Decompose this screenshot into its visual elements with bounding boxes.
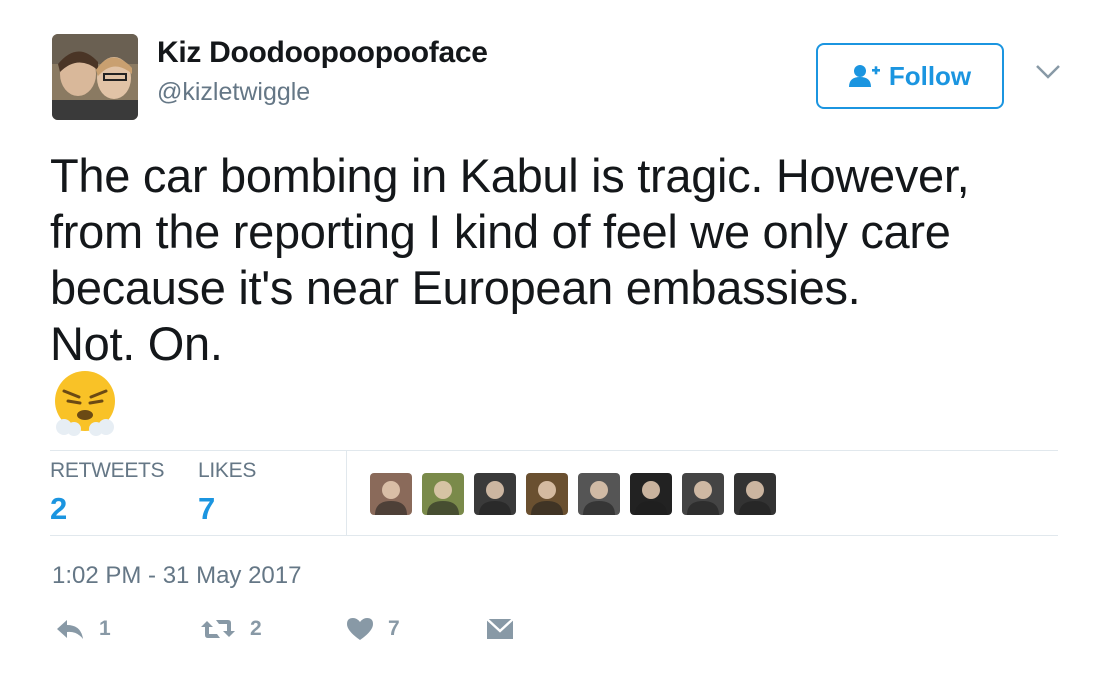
stats-divider [346, 451, 347, 535]
direct-message-button[interactable] [486, 617, 514, 641]
liker-avatar-6[interactable] [630, 473, 672, 515]
tweet-text: The car bombing in Kabul is tragic. Howe… [50, 149, 970, 370]
likes-stat[interactable]: LIKES 7 [198, 459, 256, 527]
liker-avatar-4[interactable] [526, 473, 568, 515]
liker-avatar-2[interactable] [422, 473, 464, 515]
add-user-icon [848, 65, 880, 87]
liker-avatar-1[interactable] [370, 473, 412, 515]
retweet-button[interactable]: 2 [200, 617, 262, 641]
liker-avatar-7[interactable] [682, 473, 724, 515]
reply-button[interactable]: 1 [55, 617, 111, 641]
user-handle[interactable]: @kizletwiggle [157, 78, 310, 107]
retweets-stat[interactable]: RETWEETS 2 [50, 459, 165, 527]
retweet-icon [201, 620, 235, 638]
angry-face-steam-icon [55, 371, 115, 436]
tweet-timestamp[interactable]: 1:02 PM - 31 May 2017 [52, 562, 301, 590]
heart-icon [347, 618, 373, 640]
retweet-count: 2 [250, 617, 262, 640]
profile-avatar[interactable] [52, 34, 138, 120]
likers-avatars [370, 473, 786, 515]
tweet-stats: RETWEETS 2 LIKES 7 [50, 450, 1058, 536]
envelope-icon [486, 618, 514, 639]
retweets-count: 2 [50, 491, 68, 526]
follow-button[interactable]: Follow [816, 43, 1004, 109]
like-count: 7 [388, 617, 400, 640]
liker-avatar-5[interactable] [578, 473, 620, 515]
like-button[interactable]: 7 [346, 617, 400, 641]
reply-count: 1 [99, 617, 111, 640]
likes-count: 7 [198, 491, 216, 526]
liker-avatar-8[interactable] [734, 473, 776, 515]
liker-avatar-3[interactable] [474, 473, 516, 515]
follow-button-label: Follow [888, 60, 972, 91]
retweets-label: RETWEETS [50, 459, 165, 482]
user-display-name[interactable]: Kiz Doodoopoopooface [157, 36, 488, 70]
chevron-down-icon[interactable] [1035, 63, 1061, 81]
reply-icon [57, 620, 83, 639]
likes-label: LIKES [198, 459, 257, 482]
